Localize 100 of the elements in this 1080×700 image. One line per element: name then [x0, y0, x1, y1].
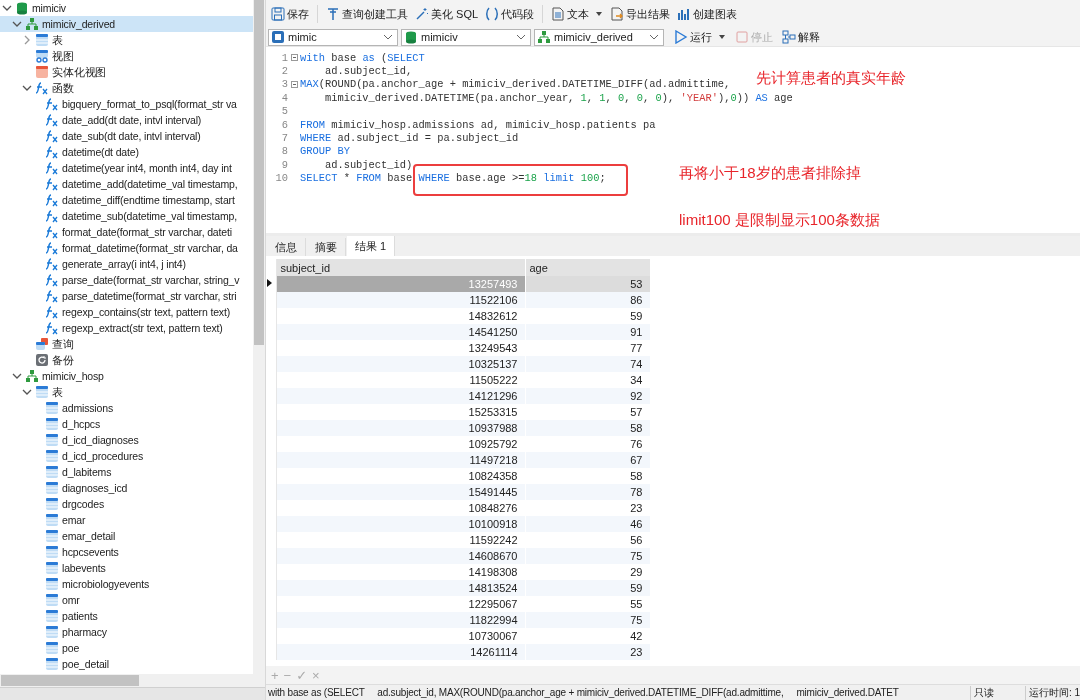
table-cell: 78 [525, 484, 650, 500]
table-cell: 14813524 [276, 580, 525, 596]
table-icon [45, 465, 59, 479]
function-icon [45, 97, 59, 111]
tree-item[interactable]: parse_date(format_str varchar, string_v [0, 272, 253, 288]
tree-item[interactable]: 查询 [0, 336, 253, 352]
tree-item[interactable]: bigquery_format_to_psql(format_str va [0, 96, 253, 112]
function-icon [45, 193, 59, 207]
table-cell: 10100918 [276, 516, 525, 532]
code-line: ad.subject_id, [323, 65, 413, 78]
dropdown[interactable]: mimiciv_derived [534, 28, 664, 46]
dropdown[interactable]: mimiciv [401, 28, 531, 46]
tree-item[interactable]: datetime_sub(datetime_val timestamp, [0, 208, 253, 224]
function-icon [45, 145, 59, 159]
query-icon [35, 337, 49, 351]
toolbar-button[interactable]: 代码段 [482, 4, 538, 24]
table-cell: 74 [525, 356, 650, 372]
tree-item[interactable]: mimiciv [0, 0, 253, 16]
table-cell: 23 [525, 644, 650, 660]
chevron-down-icon [383, 32, 393, 42]
function-icon [45, 129, 59, 143]
table-cell: 59 [525, 580, 650, 596]
dropdown[interactable]: mimic [268, 28, 398, 46]
tree-item[interactable]: date_sub(dt date, intvl interval) [0, 128, 253, 144]
annotation-text: limit100 是限制显示100条数据 [679, 211, 880, 230]
tree-item[interactable]: regexp_contains(str text, pattern text) [0, 304, 253, 320]
toolbar-button[interactable]: 查询创建工具 [323, 4, 411, 24]
toolbar-button[interactable]: 文本 [548, 4, 607, 24]
tree-item[interactable]: mimiciv_derived [0, 16, 253, 32]
table-icon [45, 641, 59, 655]
function-icon [45, 257, 59, 271]
toolbar-button[interactable]: 运行 [671, 27, 729, 47]
toolbar-button[interactable]: 导出结果 [607, 4, 674, 24]
table-cell: 14261114 [276, 644, 525, 660]
chevron-down-icon [22, 83, 32, 93]
schema-icon [25, 369, 39, 383]
line-number: 3 [280, 78, 288, 91]
tree-item[interactable]: poe [0, 640, 253, 656]
tree-item[interactable]: format_datetime(format_str varchar, da [0, 240, 253, 256]
tree-item[interactable]: labevents [0, 560, 253, 576]
line-number: 4 [280, 91, 288, 104]
tree-item[interactable]: format_date(format_str varchar, dateti [0, 224, 253, 240]
tree-item[interactable]: poe_detail [0, 656, 253, 672]
materialized-view-icon [35, 65, 49, 79]
table-icon [45, 433, 59, 447]
table-icon [45, 401, 59, 415]
toolbar-button[interactable]: 美化 SQL [412, 4, 482, 24]
tree-item[interactable]: d_hcpcs [0, 416, 253, 432]
tree-item[interactable]: parse_datetime(format_str varchar, stri [0, 288, 253, 304]
tree-item[interactable]: diagnoses_icd [0, 480, 253, 496]
tree-item[interactable]: d_labitems [0, 464, 253, 480]
scrollbar[interactable] [253, 0, 265, 674]
tree-item[interactable]: admissions [0, 400, 253, 416]
tree-item[interactable]: 表 [0, 384, 253, 400]
tree-item[interactable]: d_icd_diagnoses [0, 432, 253, 448]
toolbar-button[interactable]: 解释 [779, 27, 823, 47]
table-cell: 11822994 [276, 612, 525, 628]
tree-item[interactable]: mimiciv_hosp [0, 368, 253, 384]
tree-item[interactable]: datetime_add(datetime_val timestamp, [0, 176, 253, 192]
tree-item[interactable]: 表 [0, 32, 253, 48]
status-text: with base as (SELECT ad.subject_id, MAX(ROUND(pa.anchor_age + mimiciv_derived.DATETIME_DIFF(ad.admittime, mimiciv_derived.DATET [267, 687, 900, 698]
table-cell: 10325137 [276, 356, 525, 372]
toolbar-button[interactable]: 保存 [268, 4, 312, 24]
tree-item[interactable]: date_add(dt date, intvl interval) [0, 112, 253, 128]
toolbar-button[interactable]: 创建图表 [674, 4, 741, 24]
scrollbar[interactable] [0, 674, 265, 687]
tree-item[interactable]: d_icd_procedures [0, 448, 253, 464]
bar-chart-icon [677, 7, 692, 21]
function-icon [45, 161, 59, 175]
table-cell: 91 [525, 324, 650, 340]
tree-item[interactable]: datetime_diff(endtime timestamp, start [0, 192, 253, 208]
line-number: 7 [280, 132, 288, 145]
tree-item[interactable]: emar_detail [0, 528, 253, 544]
result-tab[interactable]: 结果 1 [347, 236, 396, 256]
code-line: GROUP BY [300, 145, 350, 158]
tree-item[interactable]: 视图 [0, 48, 253, 64]
table-cell: 67 [525, 452, 650, 468]
connection-icon [271, 30, 285, 44]
tree-item[interactable]: drgcodes [0, 496, 253, 512]
tree-item[interactable]: emar [0, 512, 253, 528]
tree-item[interactable]: regexp_extract(str text, pattern text) [0, 320, 253, 336]
tree-item[interactable]: generate_array(i int4, j int4) [0, 256, 253, 272]
tree-item[interactable]: microbiologyevents [0, 576, 253, 592]
tree-item[interactable]: omr [0, 592, 253, 608]
table-cell: 46 [525, 516, 650, 532]
column-header[interactable]: subject_id [276, 259, 525, 276]
column-header[interactable]: age [525, 259, 650, 276]
tree-item[interactable]: datetime(year int4, month int4, day int [0, 160, 253, 176]
table-icon [45, 417, 59, 431]
tree-item[interactable]: 实体化视图 [0, 64, 253, 80]
tree-item[interactable]: pharmacy [0, 624, 253, 640]
tree-item[interactable]: patients [0, 608, 253, 624]
code-line: with base as (SELECT [300, 51, 425, 64]
tree-item[interactable]: hcpcsevents [0, 544, 253, 560]
tree-item[interactable]: 函数 [0, 80, 253, 96]
function-icon [45, 305, 59, 319]
backup-icon [35, 353, 49, 367]
tree-item[interactable]: 备份 [0, 352, 253, 368]
table-cell: 14541250 [276, 324, 525, 340]
tree-item[interactable]: datetime(dt date) [0, 144, 253, 160]
